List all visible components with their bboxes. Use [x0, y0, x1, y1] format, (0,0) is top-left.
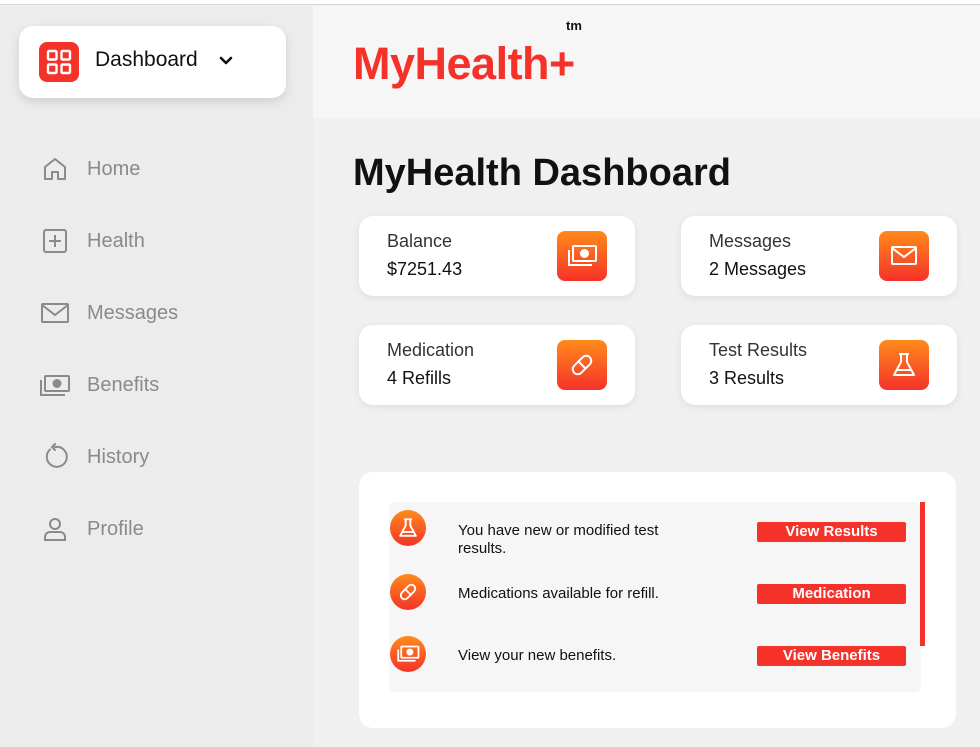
sidebar-item-health[interactable]: Health: [38, 221, 288, 261]
trademark-mark: tm: [566, 18, 582, 33]
sidebar-item-label: Health: [87, 229, 145, 252]
grid-icon: [39, 42, 79, 82]
dashboard-selector[interactable]: Dashboard: [19, 26, 286, 98]
sidebar-item-label: History: [87, 445, 150, 468]
sidebar-item-home[interactable]: Home: [38, 149, 288, 189]
notification-text: You have new or modified test results.: [458, 522, 659, 557]
sidebar-item-history[interactable]: History: [38, 437, 288, 477]
cash-icon: [557, 231, 607, 281]
card-value: 4 Refills: [387, 368, 452, 388]
mail-icon: [879, 231, 929, 281]
balance-card[interactable]: Balance $7251.43: [359, 216, 635, 296]
card-title: Test Results: [709, 340, 808, 360]
pill-icon: [557, 340, 607, 390]
dashboard-label: Dashboard: [95, 48, 198, 71]
notification-item: View your new benefits. View Benefits: [389, 636, 921, 676]
sidebar-item-benefits[interactable]: Benefits: [38, 365, 288, 405]
medication-button[interactable]: Medication: [757, 584, 906, 604]
pill-icon: [390, 574, 426, 610]
sidebar-item-label: Benefits: [87, 373, 160, 396]
notification-text: Medications available for refill.: [458, 585, 659, 602]
scrollbar[interactable]: [920, 502, 925, 646]
view-results-button[interactable]: View Results: [757, 522, 906, 542]
card-title: Messages: [709, 231, 792, 251]
view-benefits-button[interactable]: View Benefits: [757, 646, 906, 666]
notification-text: View your new benefits.: [458, 647, 617, 664]
notifications-list: You have new or modified test results. V…: [389, 502, 921, 692]
mail-icon: [38, 296, 72, 330]
card-value: 3 Results: [709, 368, 785, 388]
sidebar: Dashboard Home Health Messages Benefits …: [0, 6, 313, 747]
history-icon: [38, 440, 72, 474]
home-icon: [38, 152, 72, 186]
flask-icon: [879, 340, 929, 390]
test-results-card[interactable]: Test Results 3 Results: [681, 325, 957, 405]
sidebar-item-messages[interactable]: Messages: [38, 293, 288, 333]
notification-item: You have new or modified test results. V…: [389, 510, 921, 557]
plus-square-icon: [38, 224, 72, 258]
notification-item: Medications available for refill. Medica…: [389, 574, 921, 614]
top-border: [0, 0, 980, 5]
cash-icon: [390, 636, 426, 672]
chevron-down-icon[interactable]: [217, 52, 235, 70]
user-icon: [38, 512, 72, 546]
sidebar-item-profile[interactable]: Profile: [38, 509, 288, 549]
main-content: MyHealth Dashboard Balance $7251.43 Mess…: [313, 118, 980, 747]
sidebar-item-label: Home: [87, 157, 141, 180]
sidebar-item-label: Profile: [87, 517, 144, 540]
card-value: $7251.43: [387, 259, 463, 279]
notifications-panel: You have new or modified test results. V…: [359, 472, 956, 728]
medication-card[interactable]: Medication 4 Refills: [359, 325, 635, 405]
sidebar-item-label: Messages: [87, 301, 179, 324]
page-title: MyHealth Dashboard: [353, 152, 731, 194]
app-logo: MyHealth+: [353, 38, 575, 89]
flask-icon: [390, 510, 426, 546]
messages-card[interactable]: Messages 2 Messages: [681, 216, 957, 296]
card-value: 2 Messages: [709, 259, 807, 279]
header: MyHealth+ tm: [313, 6, 980, 118]
cash-icon: [38, 368, 72, 402]
card-title: Balance: [387, 231, 453, 251]
card-title: Medication: [387, 340, 475, 360]
